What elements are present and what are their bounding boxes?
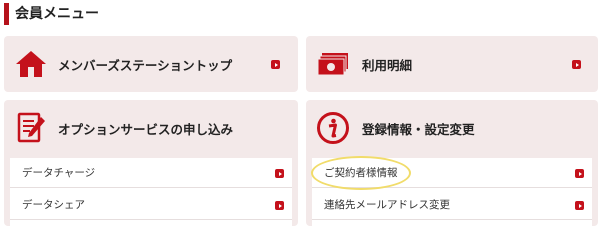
chevron-right-icon: [271, 60, 280, 69]
members-station-top-label: メンバーズステーショントップ: [58, 57, 233, 73]
chevron-right-icon: [275, 201, 284, 210]
usage-statement-label: 利用明細: [362, 57, 413, 73]
page-title: 会員メニュー: [4, 3, 99, 25]
members-station-top-card[interactable]: メンバーズステーショントップ: [4, 36, 298, 92]
list-item-label: データシェア: [22, 199, 85, 211]
chevron-right-icon: [575, 201, 584, 210]
option-service-list: データチャージ データシェア: [10, 158, 292, 226]
list-item-data-share[interactable]: データシェア: [10, 190, 292, 220]
registration-settings-label: 登録情報・設定変更: [362, 121, 475, 137]
option-service-card: オプションサービスの申し込み データチャージ データシェア: [4, 100, 298, 226]
option-service-label: オプションサービスの申し込み: [58, 121, 234, 137]
list-item-label: 連絡先メールアドレス変更: [324, 199, 450, 211]
list-item-data-charge[interactable]: データチャージ: [10, 158, 292, 188]
chevron-right-icon: [572, 60, 581, 69]
usage-statement-card[interactable]: 利用明細: [306, 36, 598, 92]
list-item-contact-email-change[interactable]: 連絡先メールアドレス変更: [312, 190, 592, 220]
registration-settings-header[interactable]: 登録情報・設定変更: [306, 100, 598, 156]
highlight-ellipse: [311, 156, 411, 190]
option-service-header[interactable]: オプションサービスの申し込み: [4, 100, 298, 156]
home-icon: [14, 47, 48, 81]
form-edit-icon: [14, 111, 48, 145]
info-icon: [316, 111, 350, 145]
chevron-right-icon: [575, 169, 584, 178]
list-item-label: データチャージ: [22, 167, 96, 179]
chevron-right-icon: [275, 169, 284, 178]
banknote-icon: [316, 47, 350, 81]
